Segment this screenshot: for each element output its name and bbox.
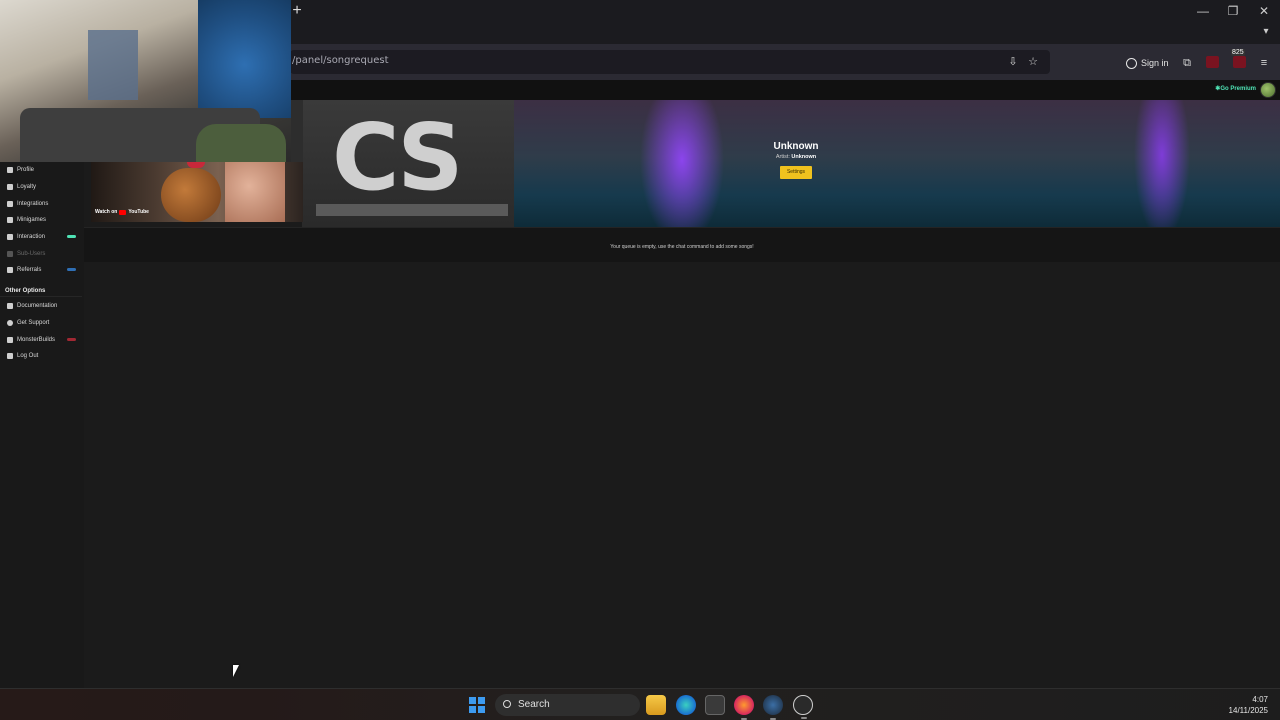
edge-browser-icon[interactable] xyxy=(676,695,696,715)
clock-date: 14/11/2025 xyxy=(1228,706,1268,715)
other-options-heading: Other Options xyxy=(5,288,46,294)
player-image xyxy=(225,162,285,222)
cs-logo-text: CS xyxy=(332,104,463,211)
extension-counter-icon[interactable]: 825 xyxy=(1230,49,1250,72)
watch-on-label: Watch on xyxy=(95,209,118,215)
sidebar-item-label: MonsterBuilds xyxy=(17,337,56,343)
sidebar-item-label: Referrals xyxy=(17,267,42,273)
sidebar: Profile Loyalty Integrations Minigames I… xyxy=(0,100,84,688)
taskbar-search-label: Search xyxy=(518,699,550,710)
queue-empty-message: Your queue is empty, use the chat comman… xyxy=(610,244,754,250)
bookmark-star-icon[interactable]: ☆ xyxy=(1026,55,1040,69)
sidebar-item-label: Loyalty xyxy=(17,184,37,190)
logout-icon xyxy=(7,353,13,359)
minimize-button[interactable]: — xyxy=(1188,2,1218,20)
file-explorer-icon[interactable] xyxy=(646,695,666,715)
sidebar-item-interaction[interactable]: Interaction xyxy=(0,230,82,244)
restore-button[interactable]: ❐ xyxy=(1218,2,1248,20)
sidebar-item-get-support[interactable]: Get Support xyxy=(0,316,82,330)
firefox-icon[interactable] xyxy=(734,695,754,720)
book-icon xyxy=(7,303,13,309)
list-all-tabs-icon[interactable]: ▾ xyxy=(1256,26,1276,42)
youtube-logo-icon xyxy=(119,209,127,215)
support-icon xyxy=(7,320,13,326)
sidebar-item-loyalty[interactable]: Loyalty xyxy=(0,180,82,194)
watch-on-youtube-link[interactable]: Watch on YouTube xyxy=(95,209,149,215)
monster-icon xyxy=(7,337,13,343)
song-queue: Your queue is empty, use the chat comman… xyxy=(84,227,1280,262)
song-artist: Artist: Unknown xyxy=(724,154,868,160)
webcam-room-overlay xyxy=(0,0,291,162)
youtube-embed-video[interactable]: Watch on YouTube xyxy=(91,162,303,222)
sidebar-item-profile[interactable]: Profile xyxy=(0,163,82,177)
integrations-icon xyxy=(7,201,13,207)
sidebar-item-label: Interaction xyxy=(17,234,46,240)
sidebar-item-label: Minigames xyxy=(17,217,47,223)
mouse-cursor-icon xyxy=(233,665,239,677)
new-badge xyxy=(67,268,76,271)
gamepad-icon xyxy=(7,217,13,223)
steam-icon[interactable] xyxy=(763,695,783,720)
sidebar-item-label: Get Support xyxy=(17,320,50,326)
profile-icon xyxy=(7,167,13,173)
extension-red-icon[interactable] xyxy=(1203,52,1223,72)
close-window-button[interactable]: ✕ xyxy=(1249,2,1279,20)
account-icon xyxy=(1126,57,1137,69)
search-icon xyxy=(503,700,511,708)
hanging-cloth-image xyxy=(88,30,138,100)
music-icon xyxy=(7,234,13,240)
record-indicator xyxy=(187,162,205,168)
user-avatar[interactable] xyxy=(1260,82,1276,98)
install-app-icon[interactable]: ⇩ xyxy=(1006,55,1020,69)
sidebar-item-label: Profile xyxy=(17,167,35,173)
now-playing-banner: CS Unknown Artist: Unknown Settings xyxy=(302,100,1280,227)
referrals-icon xyxy=(7,267,13,273)
sidebar-item-label: Sub-Users xyxy=(17,251,46,257)
url-bar[interactable]: /panel/songrequest ⇩ ☆ xyxy=(290,50,1050,74)
go-premium-link[interactable]: ✱Go Premium xyxy=(1215,85,1256,92)
sidebar-item-sub-users[interactable]: Sub-Users xyxy=(0,247,82,261)
sign-in-label: Sign in xyxy=(1141,58,1169,68)
windows-taskbar: Search 4:07 14/11/2025 xyxy=(0,688,1280,720)
system-clock[interactable]: 4:07 14/11/2025 xyxy=(1229,694,1268,716)
new-tab-button[interactable]: + xyxy=(289,2,305,20)
sidebar-item-documentation[interactable]: Documentation xyxy=(0,299,82,313)
sidebar-item-integrations[interactable]: Integrations xyxy=(0,197,82,211)
new-badge xyxy=(67,235,76,238)
sidebar-item-minigames[interactable]: Minigames xyxy=(0,213,82,227)
sidebar-item-label: Log Out xyxy=(17,353,39,359)
url-text[interactable]: /panel/songrequest xyxy=(292,55,389,66)
hamburger-menu-icon[interactable]: ≡ xyxy=(1256,55,1272,71)
sign-in-button[interactable]: Sign in xyxy=(1126,55,1169,71)
song-title: Unknown xyxy=(773,141,819,152)
users-icon xyxy=(7,251,13,257)
tapestry-image xyxy=(198,0,291,118)
sidebar-item-referrals[interactable]: Referrals xyxy=(0,263,82,277)
settings-button[interactable]: Settings xyxy=(780,166,812,179)
youtube-label: YouTube xyxy=(128,209,149,215)
extension-badge-count: 825 xyxy=(1231,49,1245,56)
violin-image xyxy=(161,168,221,222)
cs-logo-image: CS xyxy=(302,100,514,227)
artist-label: Artist: xyxy=(775,154,790,160)
windows-start-button[interactable] xyxy=(469,697,485,713)
logo-strip xyxy=(316,204,508,216)
webcam-edge xyxy=(291,100,303,162)
artist-value: Unknown xyxy=(791,154,817,160)
app-settings-icon[interactable] xyxy=(793,695,813,719)
microsoft-store-icon[interactable] xyxy=(705,695,725,715)
person-image xyxy=(196,124,286,162)
sidebar-item-label: Documentation xyxy=(17,303,58,309)
taskbar-search[interactable]: Search xyxy=(495,694,640,716)
trophy-icon xyxy=(7,184,13,190)
clock-time: 4:07 xyxy=(1252,695,1268,704)
section-divider xyxy=(0,296,82,297)
now-playing-info: Unknown Artist: Unknown Settings xyxy=(724,141,868,179)
sidebar-item-log-out[interactable]: Log Out xyxy=(0,349,82,363)
extensions-icon[interactable]: ⧉ xyxy=(1179,55,1195,71)
sidebar-item-label: Integrations xyxy=(17,201,49,207)
sidebar-item-monsterbuilds[interactable]: MonsterBuilds xyxy=(0,333,82,347)
new-badge xyxy=(67,338,76,341)
